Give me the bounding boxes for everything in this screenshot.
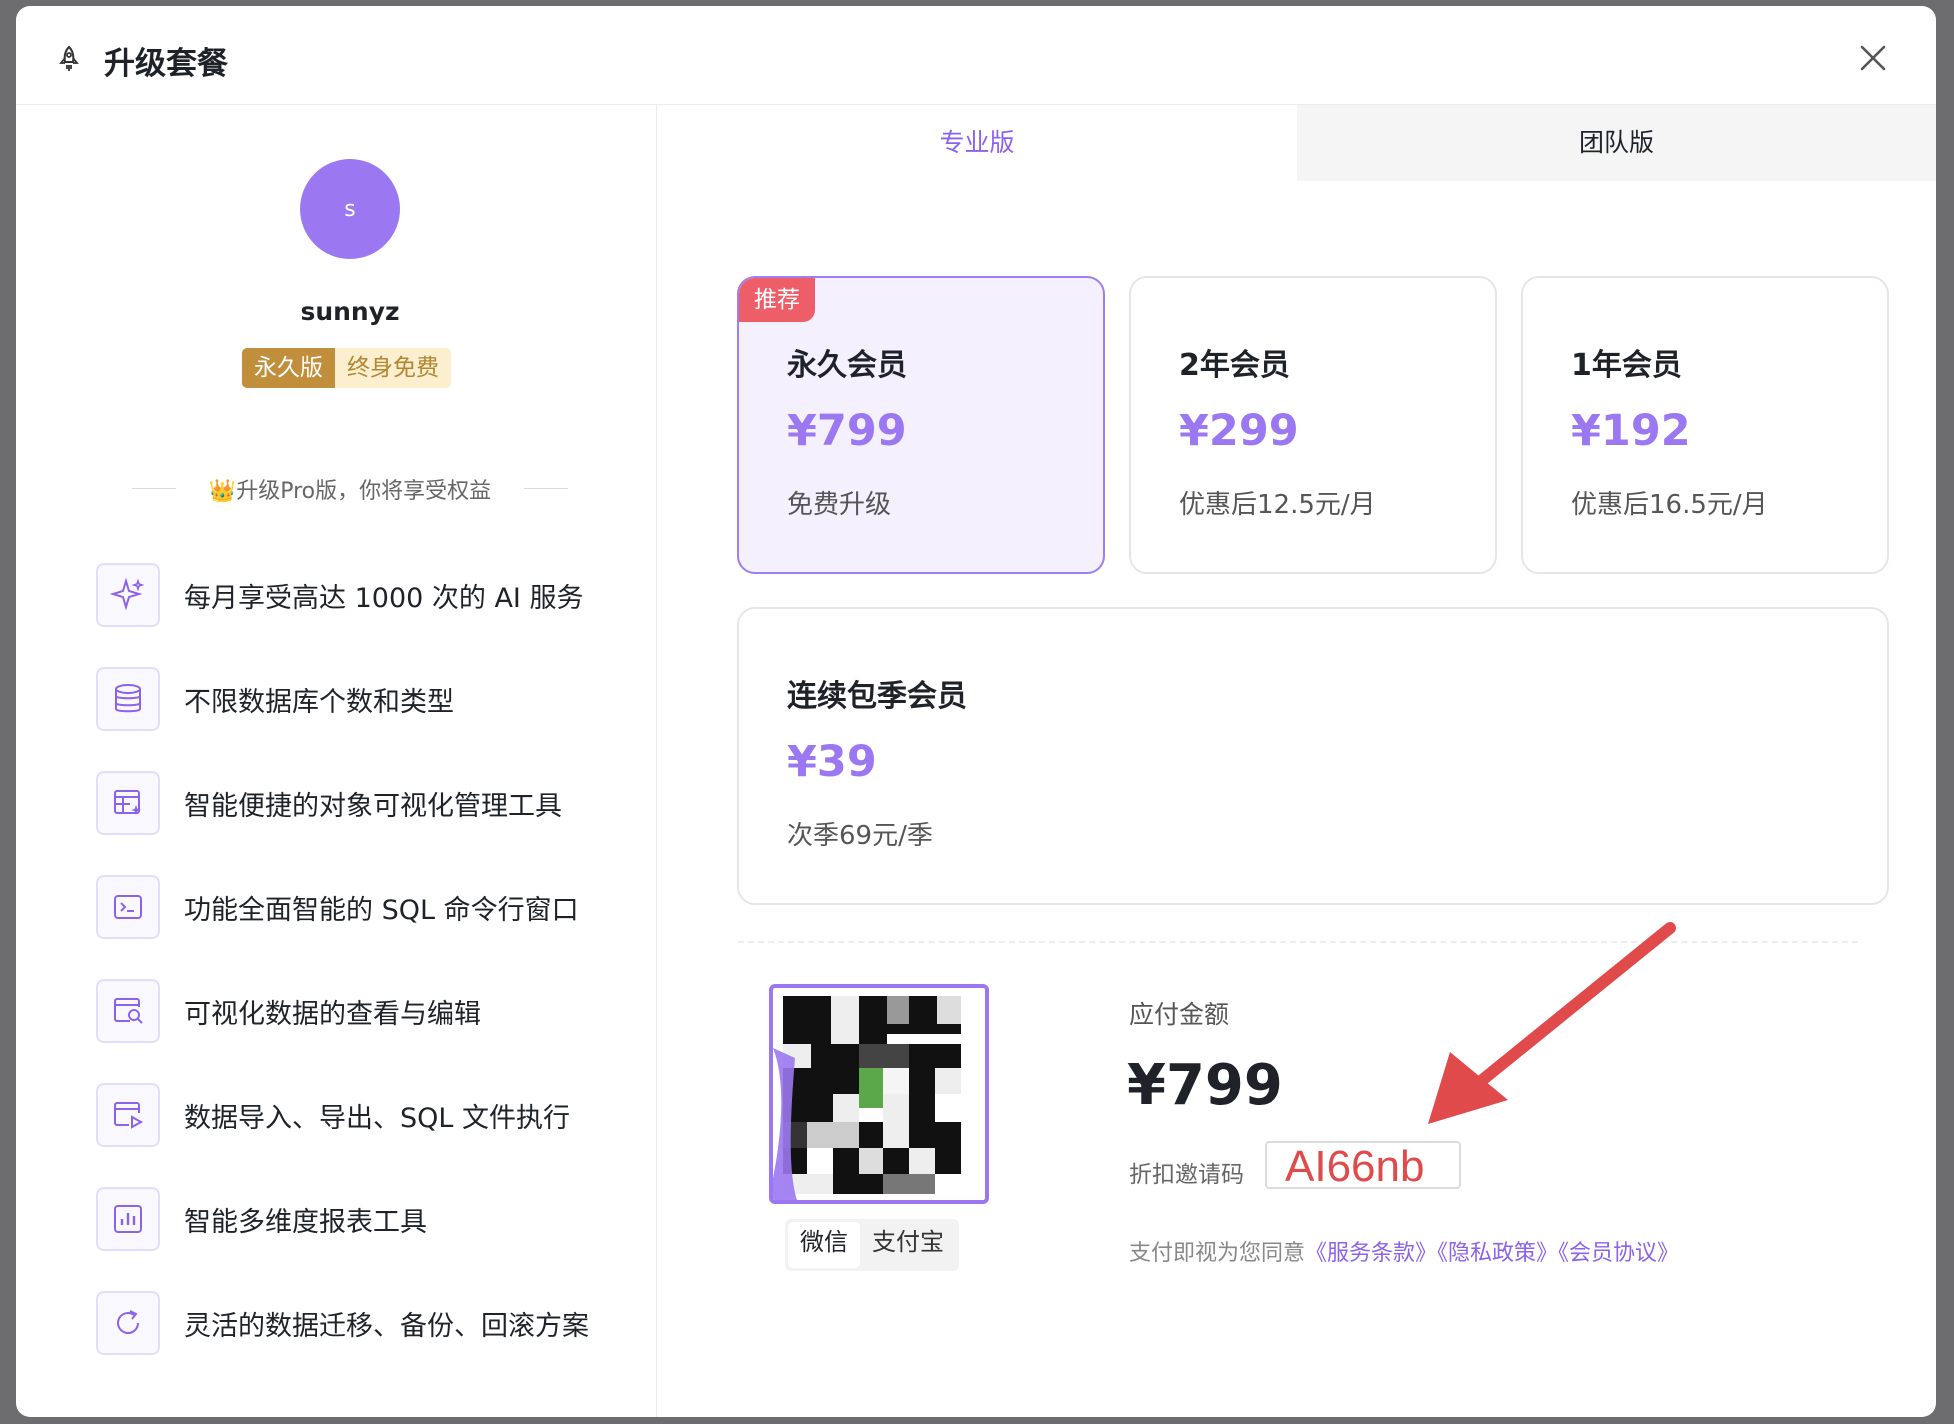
plan-price: ¥39 <box>787 737 877 787</box>
benefit-item: 智能便捷的对象可视化管理工具 <box>96 771 656 835</box>
benefit-label: 智能多维度报表工具 <box>184 1207 427 1238</box>
benefit-item: 智能多维度报表工具 <box>96 1187 656 1251</box>
discount-code-input[interactable]: AI66nb <box>1265 1141 1461 1191</box>
membership-badge: 永久版 终身免费 <box>242 348 451 388</box>
payment-method-tabs: 微信 支付宝 <box>785 1219 959 1271</box>
plan-price: ¥299 <box>1179 406 1299 456</box>
benefit-item: 数据导入、导出、SQL 文件执行 <box>96 1083 656 1147</box>
plan-card-2year[interactable]: 2年会员 ¥299 优惠后12.5元/月 <box>1129 276 1497 574</box>
benefits-panel: s sunnyz 永久版 终身免费 👑升级Pro版，你将享受权益 每月享受高达 … <box>16 105 657 1417</box>
benefit-label: 功能全面智能的 SQL 命令行窗口 <box>184 895 579 926</box>
plan-name: 2年会员 <box>1179 348 1290 383</box>
terminal-icon <box>96 875 160 939</box>
plan-note: 免费升级 <box>787 490 892 520</box>
agreement-text: 支付即视为您同意《服务条款》《隐私政策》《会员协议》 <box>1129 1235 1679 1267</box>
benefit-item: 功能全面智能的 SQL 命令行窗口 <box>96 875 656 939</box>
amount-label: 应付金额 <box>1129 1000 1230 1029</box>
dialog-title: 升级套餐 <box>104 46 228 82</box>
username: sunnyz <box>300 297 400 326</box>
badge-status: 终身免费 <box>335 348 451 388</box>
dialog-header: 升级套餐 <box>16 6 1936 105</box>
qr-pixelated-image <box>773 996 961 1200</box>
rocket-icon <box>59 45 79 71</box>
tab-alipay[interactable]: 支付宝 <box>860 1222 956 1268</box>
benefit-item: 可视化数据的查看与编辑 <box>96 979 656 1043</box>
bar-chart-icon <box>96 1187 160 1251</box>
amount-value: ¥799 <box>1127 1053 1283 1118</box>
tab-pro[interactable]: 专业版 <box>657 105 1297 181</box>
plan-price: ¥799 <box>787 406 907 456</box>
plans-panel: 专业版 团队版 推荐 永久会员 ¥799 免费升级 2年会员 ¥299 优惠后1… <box>657 105 1936 1417</box>
benefits-heading: 👑升级Pro版，你将享受权益 <box>208 479 492 504</box>
plan-price: ¥192 <box>1571 406 1691 456</box>
section-divider <box>738 941 1858 943</box>
benefit-label: 不限数据库个数和类型 <box>184 687 454 718</box>
tab-team[interactable]: 团队版 <box>1297 105 1936 181</box>
benefit-label: 可视化数据的查看与编辑 <box>184 999 481 1030</box>
benefit-label: 数据导入、导出、SQL 文件执行 <box>184 1103 571 1134</box>
link-privacy-policy[interactable]: 《隐私政策》 <box>1437 1241 1558 1266</box>
benefit-label: 每月享受高达 1000 次的 AI 服务 <box>184 583 584 614</box>
plan-note: 优惠后12.5元/月 <box>1179 490 1376 520</box>
plan-card-lifetime[interactable]: 推荐 永久会员 ¥799 免费升级 <box>737 276 1105 574</box>
plan-note: 优惠后16.5元/月 <box>1571 490 1768 520</box>
import-export-icon <box>96 1083 160 1147</box>
plan-card-1year[interactable]: 1年会员 ¥192 优惠后16.5元/月 <box>1521 276 1889 574</box>
close-icon[interactable] <box>1856 41 1890 75</box>
plan-name: 1年会员 <box>1571 348 1682 383</box>
benefit-item: 不限数据库个数和类型 <box>96 667 656 731</box>
plan-note: 次季69元/季 <box>787 821 933 851</box>
link-terms-of-service[interactable]: 《服务条款》 <box>1305 1241 1437 1266</box>
edition-tabs: 专业版 团队版 <box>657 105 1936 181</box>
badge-plan: 永久版 <box>242 348 335 388</box>
recommend-badge: 推荐 <box>739 278 815 322</box>
plan-card-quarterly[interactable]: 连续包季会员 ¥39 次季69元/季 <box>737 607 1889 905</box>
benefit-label: 灵活的数据迁移、备份、回滚方案 <box>184 1311 589 1342</box>
avatar: s <box>300 159 400 259</box>
benefit-item: 灵活的数据迁移、备份、回滚方案 <box>96 1291 656 1355</box>
link-membership-agreement[interactable]: 《会员协议》 <box>1558 1241 1679 1266</box>
agreement-prefix: 支付即视为您同意 <box>1129 1241 1306 1266</box>
table-edit-icon <box>96 771 160 835</box>
database-icon <box>96 667 160 731</box>
plan-name: 永久会员 <box>787 348 907 383</box>
benefit-item: 每月享受高达 1000 次的 AI 服务 <box>96 563 656 627</box>
payment-qr-code <box>769 984 989 1204</box>
plan-name: 连续包季会员 <box>787 679 967 714</box>
tab-wechat-pay[interactable]: 微信 <box>788 1222 860 1268</box>
benefit-label: 智能便捷的对象可视化管理工具 <box>184 791 562 822</box>
upgrade-dialog: 升级套餐 s sunnyz 永久版 终身免费 👑升级Pro版，你将享受权益 每月… <box>16 6 1936 1417</box>
refresh-icon <box>96 1291 160 1355</box>
data-search-icon <box>96 979 160 1043</box>
sparkle-icon <box>96 563 160 627</box>
discount-code-label: 折扣邀请码 <box>1129 1162 1244 1188</box>
